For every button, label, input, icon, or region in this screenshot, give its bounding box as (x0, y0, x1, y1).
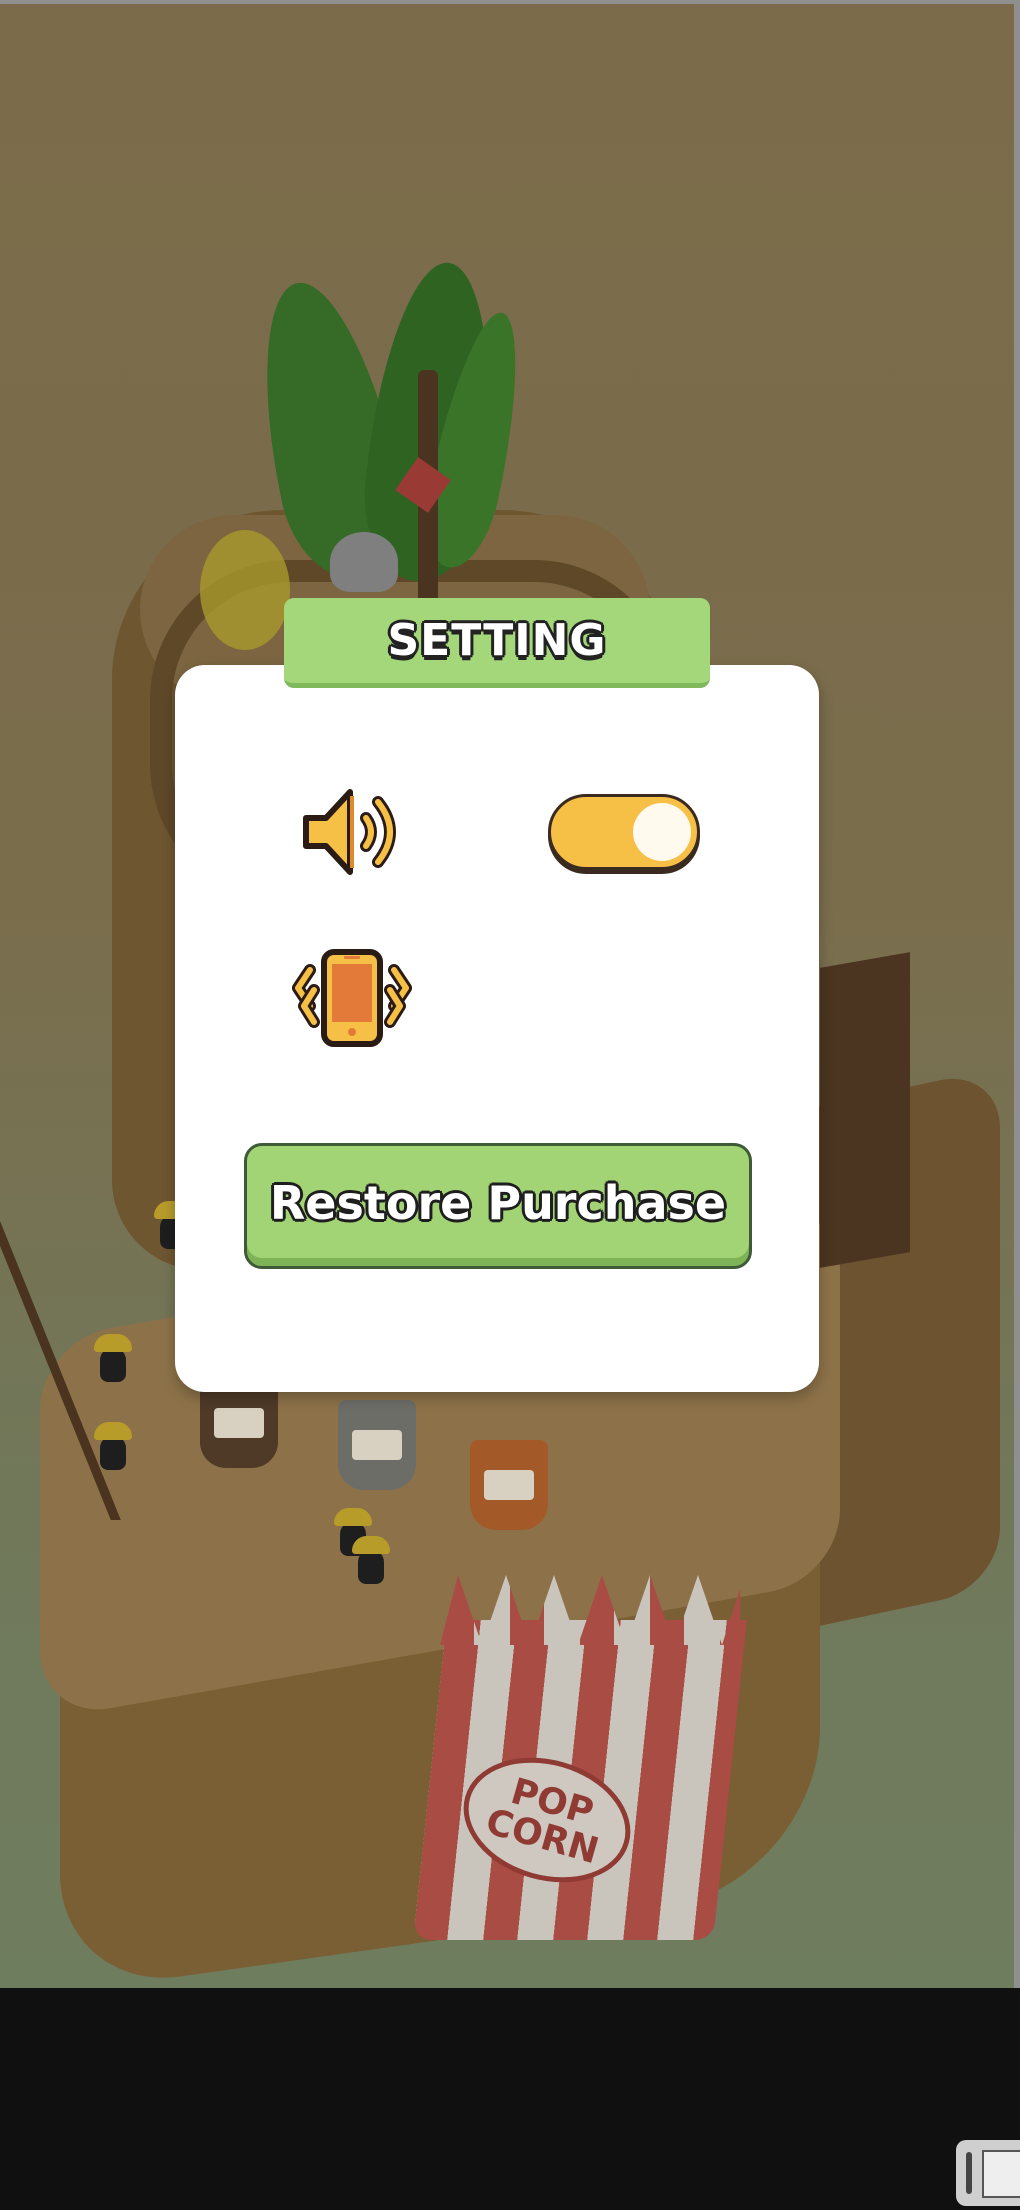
dialog-title-tab: SETTING (284, 598, 710, 688)
right-border (1014, 0, 1020, 1988)
worker-figure (352, 1536, 390, 1584)
speaker-icon (300, 782, 410, 882)
dialog-title: SETTING (387, 615, 607, 666)
machine-barrel (470, 1440, 548, 1530)
corner-widget[interactable] (956, 2140, 1020, 2206)
worker-figure (94, 1334, 132, 1382)
restore-purchase-label: Restore Purchase (269, 1176, 727, 1230)
bottom-bar (0, 1988, 1020, 2210)
sound-toggle[interactable] (548, 794, 700, 870)
machine-barrel (338, 1400, 416, 1490)
restore-purchase-button[interactable]: Restore Purchase (244, 1143, 752, 1269)
settings-dialog (175, 665, 819, 1392)
wooden-fence (820, 952, 910, 1268)
grey-rock (330, 532, 398, 592)
worker-figure (94, 1422, 132, 1470)
top-border (0, 0, 1020, 4)
toggle-knob (633, 803, 691, 861)
corn-pile (200, 530, 290, 650)
phone-vibrate-icon (292, 948, 412, 1048)
